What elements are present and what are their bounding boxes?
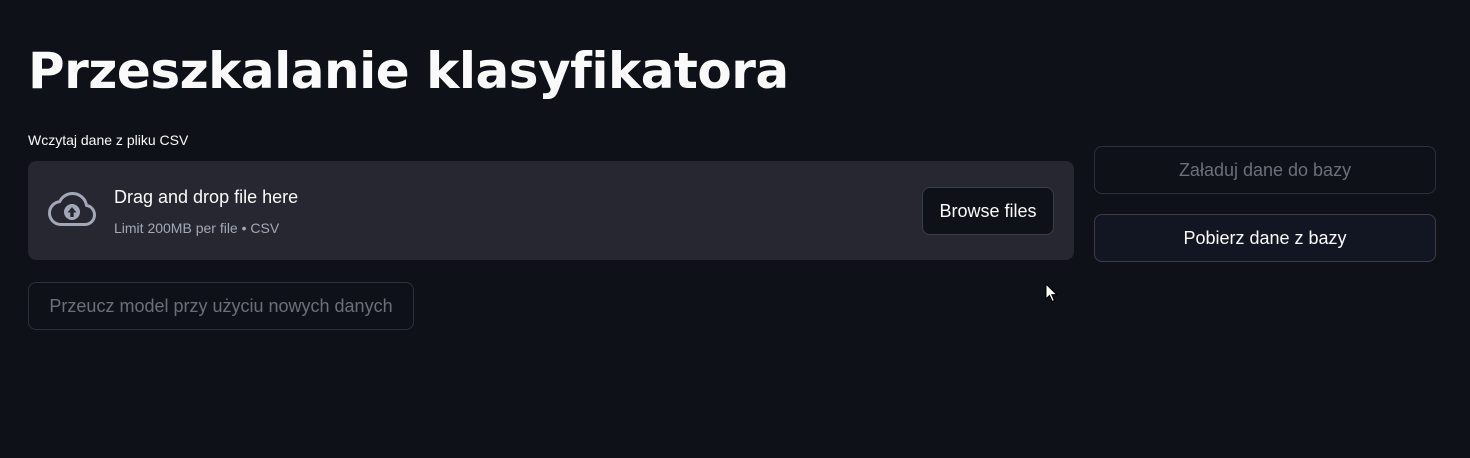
uploader-label: Wczytaj dane z pliku CSV <box>28 132 189 148</box>
load-data-button[interactable]: Załaduj dane do bazy <box>1094 146 1436 194</box>
file-dropzone[interactable]: Drag and drop file here Limit 200MB per … <box>28 161 1074 260</box>
browse-files-button[interactable]: Browse files <box>922 187 1054 235</box>
retrain-model-button[interactable]: Przeucz model przy użyciu nowych danych <box>28 282 414 330</box>
mouse-cursor-icon <box>1045 283 1059 303</box>
dropzone-instructions: Drag and drop file here <box>114 187 299 207</box>
page-title: Przeszkalanie klasyfikatora <box>28 42 789 100</box>
app-page: Przeszkalanie klasyfikatora Wczytaj dane… <box>0 0 1470 458</box>
fetch-data-button[interactable]: Pobierz dane z bazy <box>1094 214 1436 262</box>
cloud-upload-icon <box>48 192 96 226</box>
dropzone-limit-text: Limit 200MB per file • CSV <box>114 220 280 236</box>
